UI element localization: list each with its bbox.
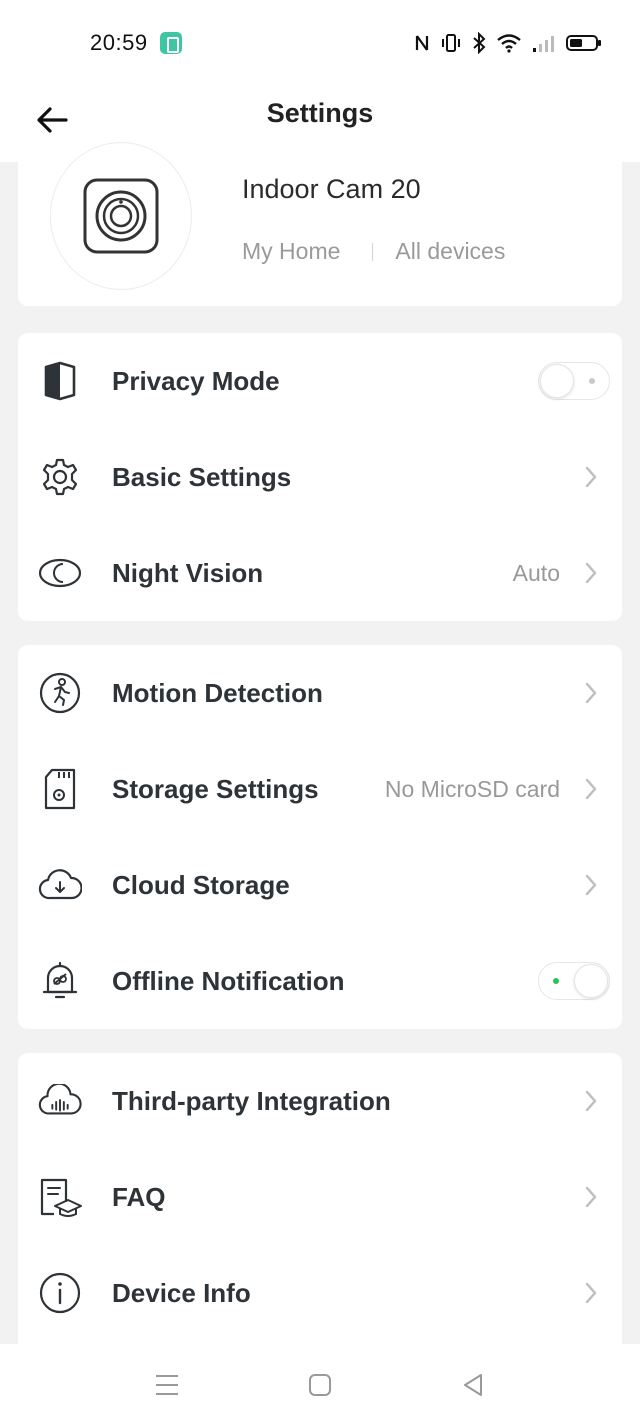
- row-offline-notification[interactable]: Offline Notification: [18, 933, 622, 1029]
- page-title: Settings: [266, 98, 374, 128]
- vibrate-icon: [442, 34, 460, 52]
- bell-icon: [38, 959, 82, 1003]
- chevron-right-icon: [582, 465, 600, 489]
- cloud-icon: [38, 863, 82, 907]
- device-avatar: [50, 142, 192, 290]
- toggle-knob: [540, 364, 574, 398]
- device-home: My Home: [242, 238, 341, 264]
- offline-notification-toggle[interactable]: [538, 962, 610, 1000]
- storage-settings-value: No MicroSD card: [384, 775, 560, 802]
- status-icons: [414, 30, 602, 56]
- system-nav-bar: [0, 1344, 640, 1422]
- chevron-right-icon: [582, 1089, 600, 1113]
- cloud-sound-icon: [38, 1079, 82, 1123]
- toggle-knob: [574, 964, 608, 998]
- camera-icon: [83, 178, 159, 254]
- moon-eye-icon: [38, 551, 82, 595]
- settings-group-1: Privacy Mode Basic Settings Night Vision…: [18, 333, 622, 621]
- row-storage-settings[interactable]: Storage Settings No MicroSD card: [18, 741, 622, 837]
- menu-icon[interactable]: [150, 1368, 184, 1402]
- chevron-right-icon: [582, 681, 600, 705]
- label-motion-detection: Motion Detection: [112, 677, 323, 708]
- row-privacy-mode[interactable]: Privacy Mode: [18, 333, 622, 429]
- chevron-right-icon: [582, 1281, 600, 1305]
- running-person-icon: [38, 671, 82, 715]
- toggle-dot: [553, 978, 559, 984]
- status-time: 20:59: [90, 30, 148, 55]
- info-icon: [38, 1271, 82, 1315]
- sd-card-icon: [38, 767, 82, 811]
- device-room: All devices: [395, 238, 506, 264]
- faq-icon: [38, 1175, 82, 1219]
- row-night-vision[interactable]: Night Vision Auto: [18, 525, 622, 621]
- label-storage-settings: Storage Settings: [112, 773, 319, 804]
- row-third-party-integration[interactable]: Third-party Integration: [18, 1053, 622, 1149]
- bluetooth-icon: [473, 32, 486, 54]
- chevron-right-icon: [582, 873, 600, 897]
- label-offline-notification: Offline Notification: [112, 965, 345, 996]
- row-motion-detection[interactable]: Motion Detection: [18, 645, 622, 741]
- wifi-icon: [497, 34, 521, 53]
- status-bar: 20:59: [0, 0, 640, 86]
- location-separator: [372, 242, 374, 261]
- row-device-info[interactable]: Device Info: [18, 1245, 622, 1341]
- label-privacy-mode: Privacy Mode: [112, 365, 280, 396]
- device-name: Indoor Cam 20: [242, 174, 421, 204]
- row-basic-settings[interactable]: Basic Settings: [18, 429, 622, 525]
- device-card[interactable]: Indoor Cam 20 My Home All devices: [18, 142, 622, 306]
- label-faq: FAQ: [112, 1181, 166, 1212]
- label-night-vision: Night Vision: [112, 557, 264, 588]
- label-device-info: Device Info: [112, 1277, 251, 1308]
- nfc-icon: [415, 35, 429, 51]
- chevron-right-icon: [582, 777, 600, 801]
- back-triangle-icon[interactable]: [456, 1368, 490, 1402]
- settings-group-3: Third-party Integration FAQ Device Info: [18, 1053, 622, 1344]
- home-square-icon[interactable]: [303, 1368, 337, 1402]
- battery-icon: [566, 35, 601, 51]
- chevron-right-icon: [582, 561, 600, 585]
- half-shield-icon: [38, 359, 82, 403]
- row-faq[interactable]: FAQ: [18, 1149, 622, 1245]
- settings-group-2: Motion Detection Storage Settings No Mic…: [18, 645, 622, 1029]
- app-notification-icon: [160, 32, 182, 54]
- privacy-mode-toggle[interactable]: [538, 362, 610, 400]
- toggle-dot: [589, 378, 595, 384]
- label-cloud-storage: Cloud Storage: [112, 869, 290, 900]
- chevron-right-icon: [582, 1185, 600, 1209]
- gear-icon: [38, 455, 82, 499]
- row-cloud-storage[interactable]: Cloud Storage: [18, 837, 622, 933]
- label-basic-settings: Basic Settings: [112, 461, 292, 492]
- night-vision-value: Auto: [512, 559, 560, 586]
- signal-icon: [533, 36, 554, 52]
- device-location: My Home All devices: [242, 238, 505, 265]
- label-third-party-integration: Third-party Integration: [112, 1085, 391, 1116]
